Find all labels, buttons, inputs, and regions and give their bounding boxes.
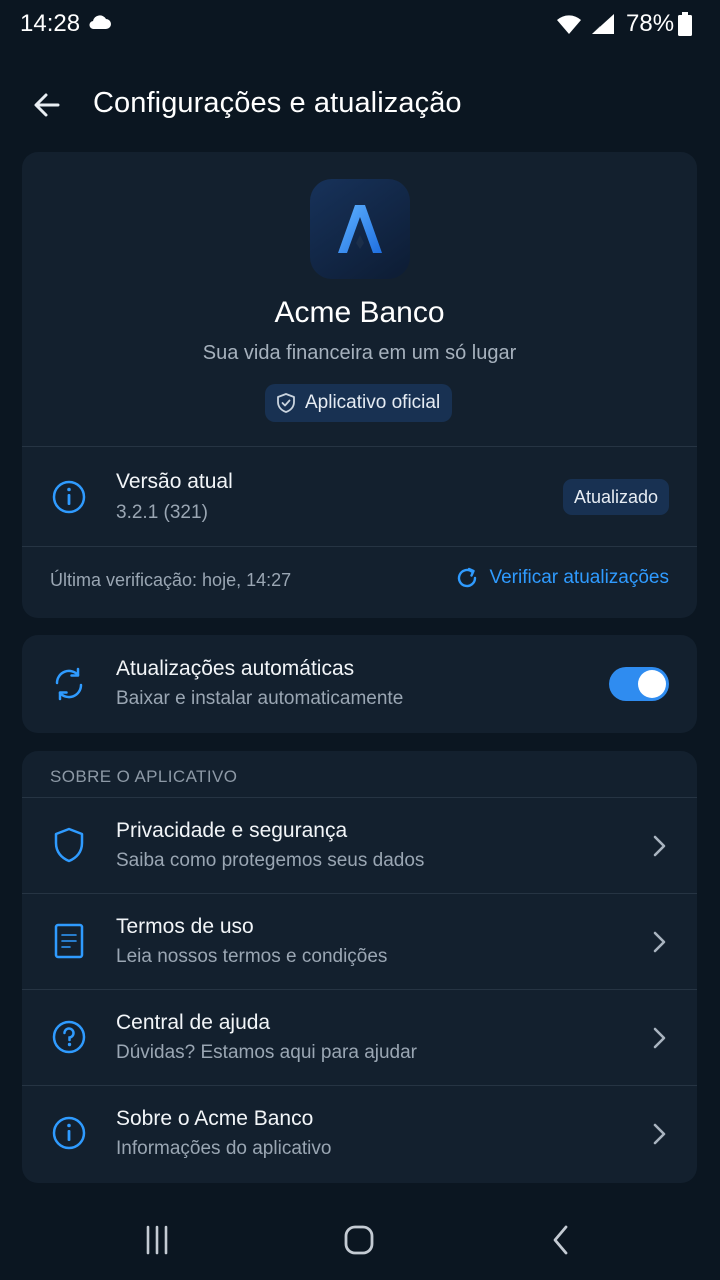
recent-apps-icon xyxy=(146,1225,168,1255)
list-item-subtitle: Leia nossos termos e condições xyxy=(116,946,388,967)
auto-updates-toggle[interactable] xyxy=(609,667,669,701)
chevron-right-icon xyxy=(653,1027,666,1049)
app-info-card: Acme Banco Sua vida financeira em um só … xyxy=(22,152,697,618)
screen: 14:28 78% Configurações e atualização Ac… xyxy=(0,0,720,1280)
list-item-title: Sobre o Acme Banco xyxy=(116,1107,314,1130)
official-badge: Aplicativo oficial xyxy=(265,384,453,422)
about-card: SOBRE O APLICATIVO Privacidade e seguran… xyxy=(22,751,697,1183)
auto-updates-title: Atualizações automáticas xyxy=(116,657,355,680)
chevron-right-icon xyxy=(653,1123,666,1145)
help-icon xyxy=(50,1018,88,1056)
home-icon xyxy=(344,1225,374,1255)
version-title: Versão atual xyxy=(116,470,233,493)
list-item-subtitle: Saiba como protegemos seus dados xyxy=(116,850,425,871)
wifi-icon xyxy=(557,15,581,34)
signal-icon xyxy=(592,14,614,34)
list-item-about[interactable]: Sobre o Acme Banco Informações do aplica… xyxy=(22,1086,697,1182)
status-time: 14:28 xyxy=(20,10,81,37)
auto-updates-card[interactable]: Atualizações automáticas Baixar e instal… xyxy=(22,635,697,733)
list-item-title: Privacidade e segurança xyxy=(116,819,348,842)
home-button[interactable] xyxy=(339,1220,379,1260)
status-bar: 14:28 78% xyxy=(0,0,720,50)
last-check-text: Última verificação: hoje, 14:27 xyxy=(50,570,292,590)
cloud-icon xyxy=(89,15,111,30)
recent-apps-button[interactable] xyxy=(137,1220,177,1260)
check-updates-label: Verificar atualizações xyxy=(489,567,669,588)
nav-back-button[interactable] xyxy=(541,1220,581,1260)
app-bar: Configurações e atualização xyxy=(0,70,720,140)
info-icon xyxy=(50,1114,88,1152)
navigation-bar xyxy=(0,1200,720,1280)
toggle-knob xyxy=(638,670,666,698)
chevron-right-icon xyxy=(653,931,666,953)
arrow-left-icon xyxy=(34,93,60,117)
shield-check-icon xyxy=(277,393,295,413)
list-item-subtitle: Dúvidas? Estamos aqui para ajudar xyxy=(116,1042,418,1063)
page-title: Configurações e atualização xyxy=(93,87,462,119)
official-label: Aplicativo oficial xyxy=(305,392,441,413)
divider xyxy=(22,446,697,447)
auto-updates-subtitle: Baixar e instalar automaticamente xyxy=(116,688,404,709)
sync-icon xyxy=(50,665,88,703)
section-header: SOBRE O APLICATIVO xyxy=(50,767,238,786)
acme-logo-icon xyxy=(338,205,382,253)
list-item-subtitle: Informações do aplicativo xyxy=(116,1138,332,1159)
info-icon xyxy=(50,478,88,516)
back-button[interactable] xyxy=(28,86,66,124)
battery-percent: 78% xyxy=(626,10,675,37)
divider xyxy=(22,546,697,547)
chevron-left-icon xyxy=(553,1225,568,1255)
chevron-right-icon xyxy=(653,835,666,857)
list-item-title: Termos de uso xyxy=(116,915,254,938)
status-badge: Atualizado xyxy=(562,479,669,515)
app-name: Acme Banco xyxy=(274,296,445,329)
battery-icon xyxy=(678,12,692,36)
list-item-title: Central de ajuda xyxy=(116,1011,271,1034)
shield-icon xyxy=(50,826,88,864)
document-icon xyxy=(50,922,88,960)
app-tagline: Sua vida financeira em um só lugar xyxy=(202,342,517,364)
version-value: 3.2.1 (321) xyxy=(116,502,208,523)
list-item-terms[interactable]: Termos de uso Leia nossos termos e condi… xyxy=(22,894,697,990)
list-item-privacy[interactable]: Privacidade e segurança Saiba como prote… xyxy=(22,798,697,894)
app-logo xyxy=(310,179,410,279)
list-item-help[interactable]: Central de ajuda Dúvidas? Estamos aqui p… xyxy=(22,990,697,1086)
refresh-icon xyxy=(458,567,477,588)
check-updates-button[interactable]: Verificar atualizações xyxy=(455,566,669,590)
